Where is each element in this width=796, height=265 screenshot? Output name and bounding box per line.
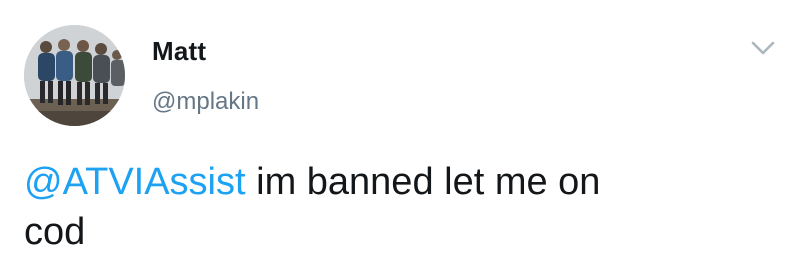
tweet-menu-button[interactable] bbox=[750, 38, 776, 58]
chevron-down-icon bbox=[751, 41, 775, 55]
mention-link[interactable]: @ATVIAssist bbox=[24, 161, 246, 203]
user-handle[interactable]: @mplakin bbox=[152, 88, 259, 116]
display-name[interactable]: Matt bbox=[152, 36, 206, 67]
tweet-body-line2: cod bbox=[24, 211, 86, 253]
tweet-body-line1: im banned let me on bbox=[245, 161, 601, 203]
tweet-card: Matt @mplakin @ATVIAssist im banned let … bbox=[0, 0, 796, 265]
group-photo-avatar-icon bbox=[24, 25, 125, 126]
avatar[interactable] bbox=[24, 25, 125, 126]
tweet-text: @ATVIAssist im banned let me on cod bbox=[24, 157, 724, 257]
